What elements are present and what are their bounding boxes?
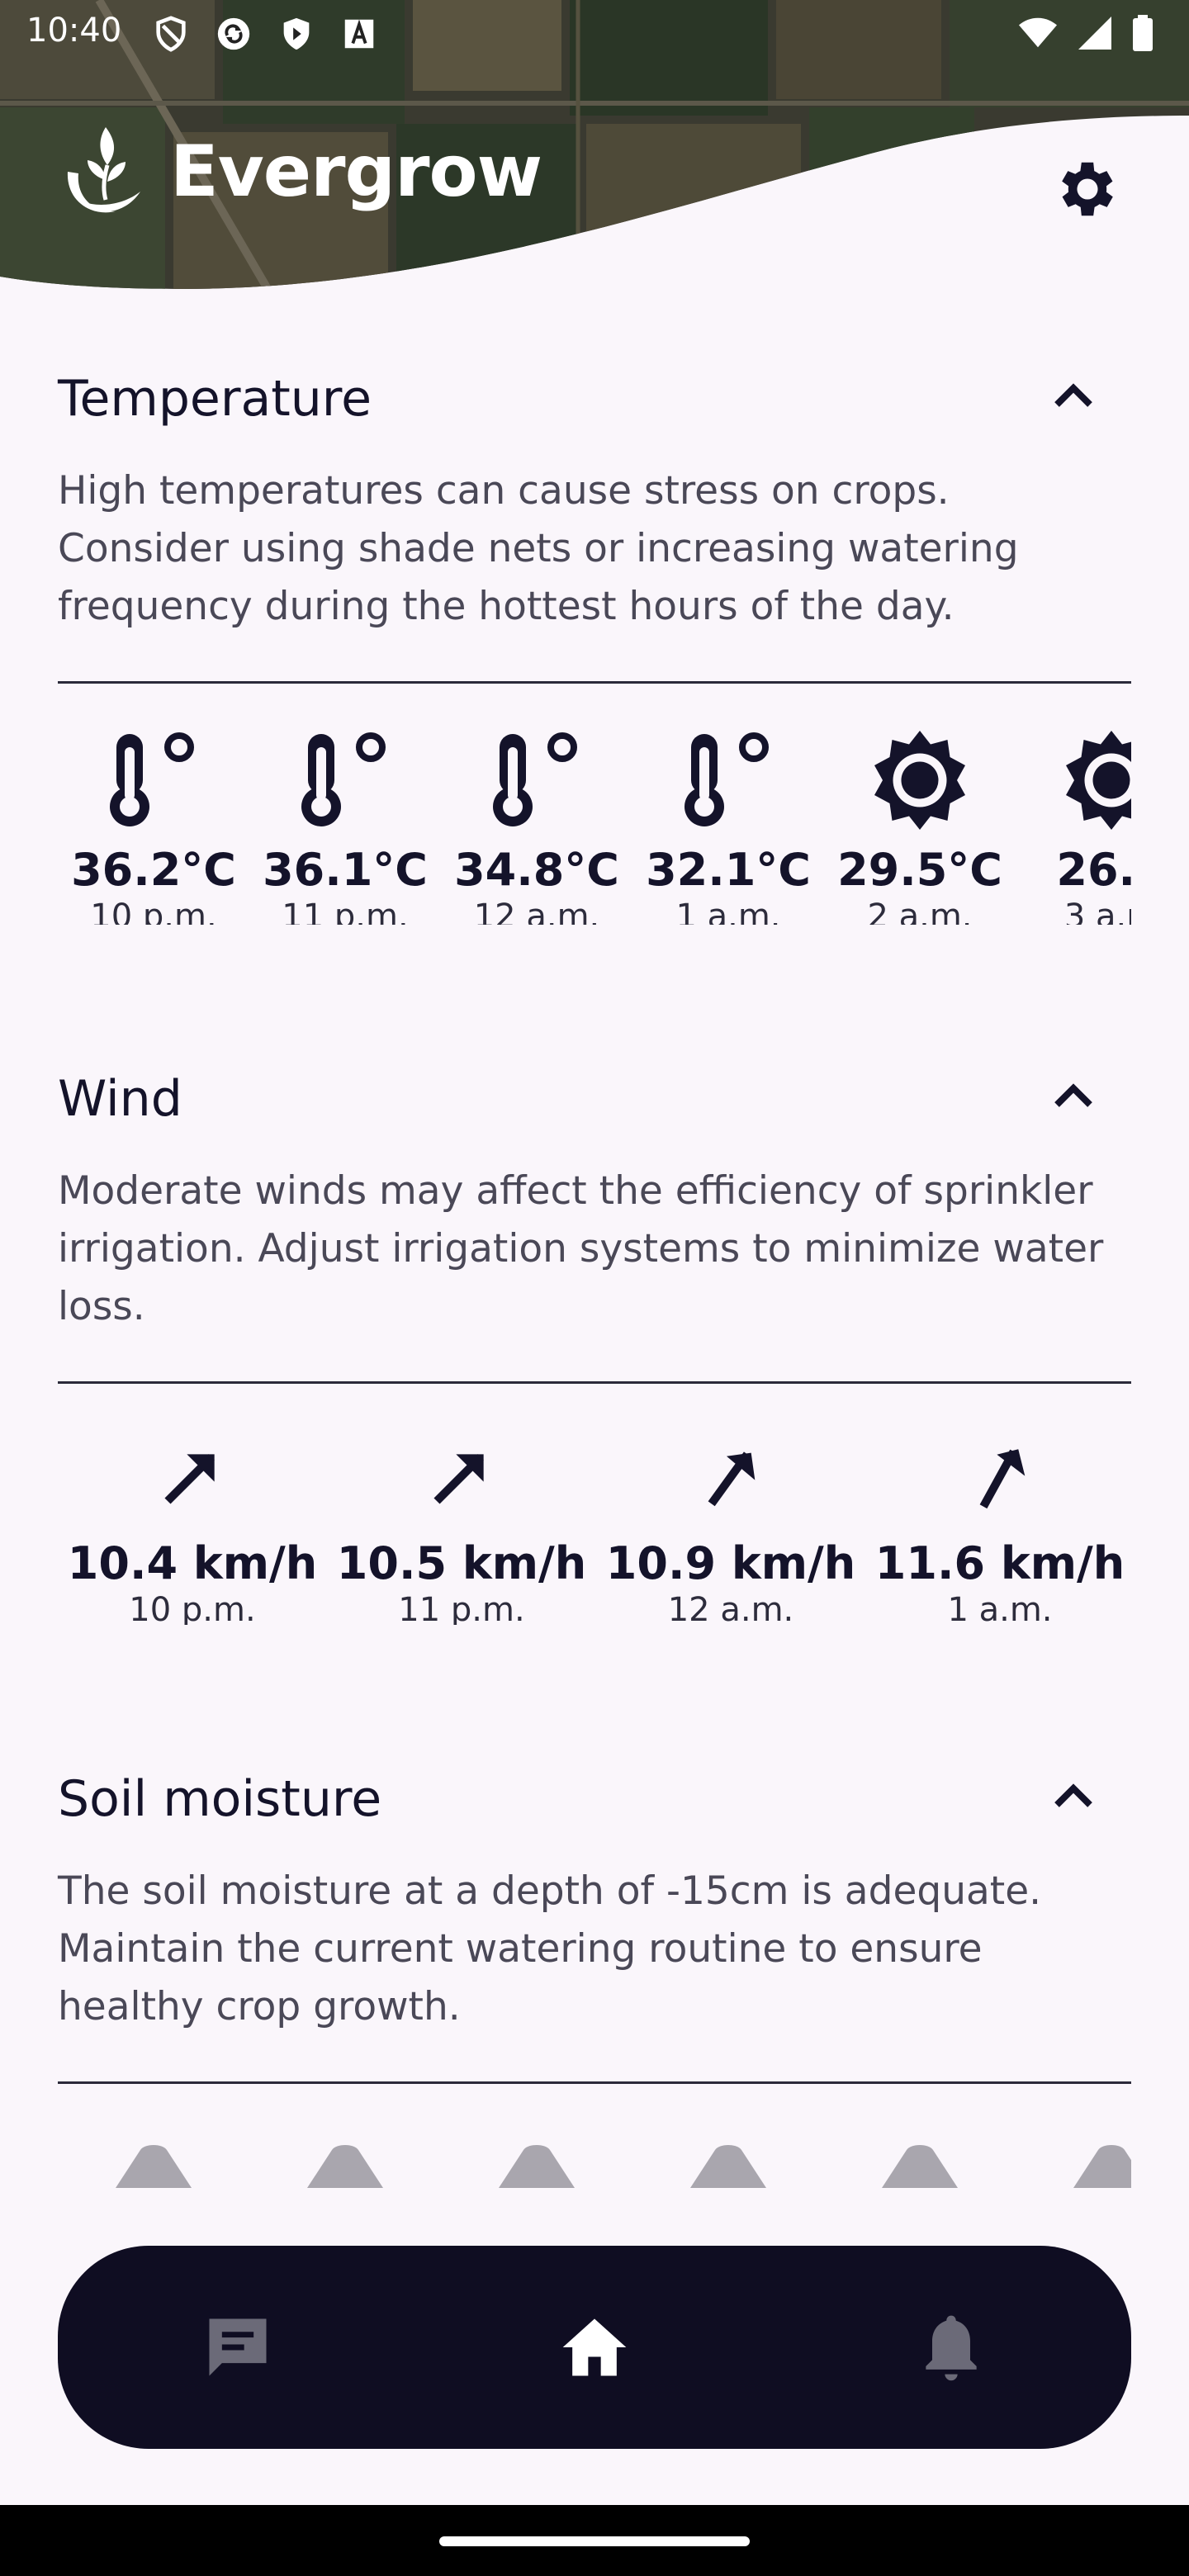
temperature-value: 34.8°C: [454, 844, 619, 896]
temperature-time: 1 a.m.: [675, 897, 781, 925]
wind-description: Moderate winds may affect the efficiency…: [58, 1168, 1104, 1329]
temperature-value: 32.1°C: [646, 844, 811, 896]
arrow-up-right-icon: [708, 1451, 756, 1507]
temperature-item: 36.1°C 11 p.m.: [249, 727, 441, 925]
temperature-item: 36.2°C 10 p.m.: [58, 727, 249, 925]
temperature-value: 26.7: [1056, 844, 1131, 896]
temperature-item: 26.7 3 a.m: [1016, 727, 1131, 925]
nav-chat-button[interactable]: [180, 2290, 296, 2405]
wind-time: 12 a.m.: [667, 1591, 794, 1625]
status-bar: 10:40: [0, 0, 1189, 69]
temperature-time: 12 a.m.: [473, 897, 600, 925]
arrow-up-right-icon: [979, 1449, 1026, 1509]
sync-icon: [217, 17, 250, 50]
app-header: 10:40 Evergrow: [0, 0, 1189, 297]
bottom-navigation: [58, 2246, 1131, 2449]
wind-forecast-strip[interactable]: 10.4 km/h 10 p.m. 10.5 km/h 11 p.m. 10.9…: [58, 1427, 1131, 1625]
arrow-up-right-icon: [433, 1454, 484, 1504]
soil-moisture-divider: [58, 2081, 1131, 2084]
wind-time: 11 p.m.: [398, 1591, 525, 1625]
font-a-icon: [344, 19, 374, 49]
temperature-item: 32.1°C 1 a.m.: [632, 727, 824, 925]
app-title: Evergrow: [170, 130, 542, 213]
sun-icon: [1066, 731, 1131, 830]
soil-moisture-section: Soil moisture The soil moisture at a dep…: [58, 1755, 1131, 2188]
sun-icon: [874, 731, 965, 830]
temperature-divider: [58, 681, 1131, 684]
settings-button[interactable]: [1047, 149, 1128, 230]
soil-moisture-header[interactable]: Soil moisture: [58, 1755, 1131, 1838]
temperature-title: Temperature: [58, 370, 372, 428]
temperature-time: 11 p.m.: [282, 897, 409, 925]
home-gesture-bar[interactable]: [439, 2536, 750, 2546]
nav-home-button[interactable]: [537, 2290, 652, 2405]
soil-moisture-drop-icon: [307, 2145, 383, 2188]
temperature-time: 3 a.m: [1063, 897, 1131, 925]
chevron-up-icon[interactable]: [1049, 380, 1098, 413]
wind-speed: 10.4 km/h: [67, 1537, 318, 1589]
shield-icon: [156, 16, 186, 52]
wind-speed: 10.9 km/h: [605, 1537, 856, 1589]
wind-item: 10.9 km/h 12 a.m.: [596, 1427, 865, 1625]
temperature-item: 29.5°C 2 a.m.: [824, 727, 1016, 925]
soil-moisture-forecast-strip[interactable]: [58, 2125, 1131, 2188]
temperature-header[interactable]: Temperature: [58, 355, 1131, 438]
thermometer-icon: [110, 732, 194, 826]
chat-icon: [209, 2318, 267, 2376]
app-logo-icon: [67, 127, 140, 213]
wind-item: 10.4 km/h 10 p.m.: [58, 1427, 327, 1625]
soil-moisture-description: The soil moisture at a depth of -15cm is…: [58, 1868, 1042, 2029]
temperature-time: 10 p.m.: [90, 897, 217, 925]
temperature-forecast-strip[interactable]: 36.2°C 10 p.m. 36.1°C 11 p.m. 34.8°C 12 …: [58, 727, 1131, 925]
temperature-section: Temperature High temperatures can cause …: [58, 355, 1131, 925]
battery-icon: [1133, 15, 1153, 51]
wind-speed: 11.6 km/h: [874, 1537, 1125, 1589]
temperature-item: 34.8°C 12 a.m.: [441, 727, 632, 925]
soil-moisture-icons: [116, 2145, 1131, 2188]
temperature-value: 36.2°C: [71, 844, 236, 896]
arrow-up-right-icon: [164, 1454, 215, 1504]
thermometer-icon: [301, 732, 386, 826]
home-icon: [562, 2318, 627, 2376]
soil-moisture-title: Soil moisture: [58, 1770, 382, 1828]
temperature-value: 36.1°C: [263, 844, 428, 896]
signal-icon: [1078, 17, 1111, 50]
soil-moisture-drop-icon: [1073, 2145, 1131, 2188]
wind-item: 10.5 km/h 11 p.m.: [327, 1427, 596, 1625]
status-time: 10:40: [26, 12, 122, 50]
wind-divider: [58, 1381, 1131, 1384]
play-protect-icon: [283, 17, 310, 50]
bell-icon: [926, 2315, 977, 2381]
temperature-value: 29.5°C: [837, 844, 1002, 896]
soil-moisture-drop-icon: [499, 2145, 575, 2188]
temperature-time: 2 a.m.: [867, 897, 973, 925]
wind-header[interactable]: Wind: [58, 1055, 1131, 1138]
soil-moisture-drop-icon: [116, 2145, 192, 2188]
soil-moisture-drop-icon: [690, 2145, 766, 2188]
chevron-up-icon[interactable]: [1049, 1780, 1098, 1813]
wifi-icon: [1019, 17, 1057, 48]
thermometer-icon: [685, 732, 769, 826]
wind-time: 10 p.m.: [129, 1591, 256, 1625]
wind-title: Wind: [58, 1070, 182, 1128]
wind-section: Wind Moderate winds may affect the effic…: [58, 1055, 1131, 1625]
thermometer-icon: [493, 732, 577, 826]
wind-item: 11.6 km/h 1 a.m.: [865, 1427, 1131, 1625]
gear-icon: [1062, 162, 1113, 216]
wind-speed: 10.5 km/h: [336, 1537, 587, 1589]
nav-notifications-button[interactable]: [893, 2290, 1009, 2405]
temperature-description: High temperatures can cause stress on cr…: [58, 468, 1019, 629]
chevron-up-icon[interactable]: [1049, 1080, 1098, 1113]
wind-time: 1 a.m.: [947, 1591, 1053, 1625]
soil-moisture-drop-icon: [882, 2145, 958, 2188]
